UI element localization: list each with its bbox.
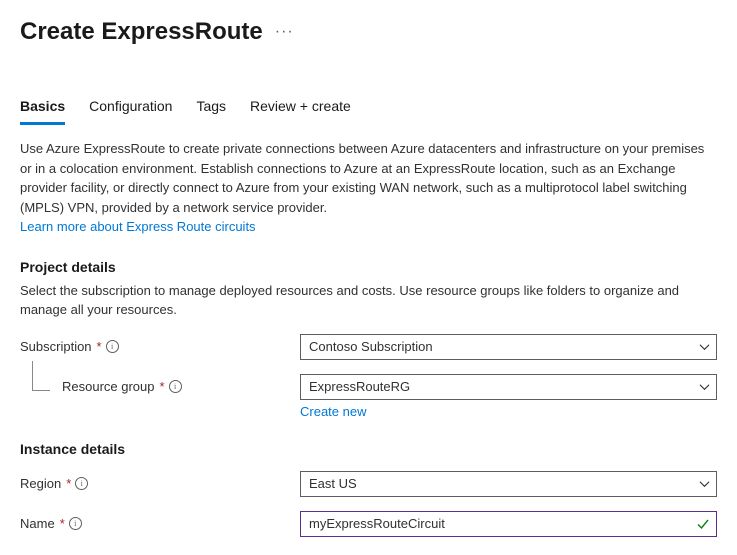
- more-actions-button[interactable]: ···: [275, 23, 294, 41]
- tab-basics[interactable]: Basics: [20, 92, 65, 125]
- section-project-details-title: Project details: [20, 259, 717, 275]
- tab-bar: Basics Configuration Tags Review + creat…: [20, 92, 717, 125]
- create-new-resource-group-link[interactable]: Create new: [300, 404, 366, 419]
- resource-group-label: Resource group* i: [20, 379, 300, 394]
- page-title: Create ExpressRoute: [20, 18, 263, 46]
- info-icon[interactable]: i: [75, 477, 88, 490]
- name-label: Name* i: [20, 516, 300, 531]
- section-project-details-desc: Select the subscription to manage deploy…: [20, 281, 717, 320]
- region-select[interactable]: East US: [300, 471, 717, 497]
- tab-tags[interactable]: Tags: [196, 92, 226, 125]
- learn-more-link[interactable]: Learn more about Express Route circuits: [20, 219, 256, 234]
- subscription-label: Subscription* i: [20, 339, 300, 354]
- subscription-select[interactable]: Contoso Subscription: [300, 334, 717, 360]
- section-instance-details-title: Instance details: [20, 441, 717, 457]
- resource-group-select[interactable]: ExpressRouteRG: [300, 374, 717, 400]
- info-icon[interactable]: i: [69, 517, 82, 530]
- region-label: Region* i: [20, 476, 300, 491]
- info-icon[interactable]: i: [169, 380, 182, 393]
- description-text: Use Azure ExpressRoute to create private…: [20, 141, 704, 215]
- name-input[interactable]: myExpressRouteCircuit: [300, 511, 717, 537]
- tab-review-create[interactable]: Review + create: [250, 92, 351, 125]
- tab-configuration[interactable]: Configuration: [89, 92, 172, 125]
- info-icon[interactable]: i: [106, 340, 119, 353]
